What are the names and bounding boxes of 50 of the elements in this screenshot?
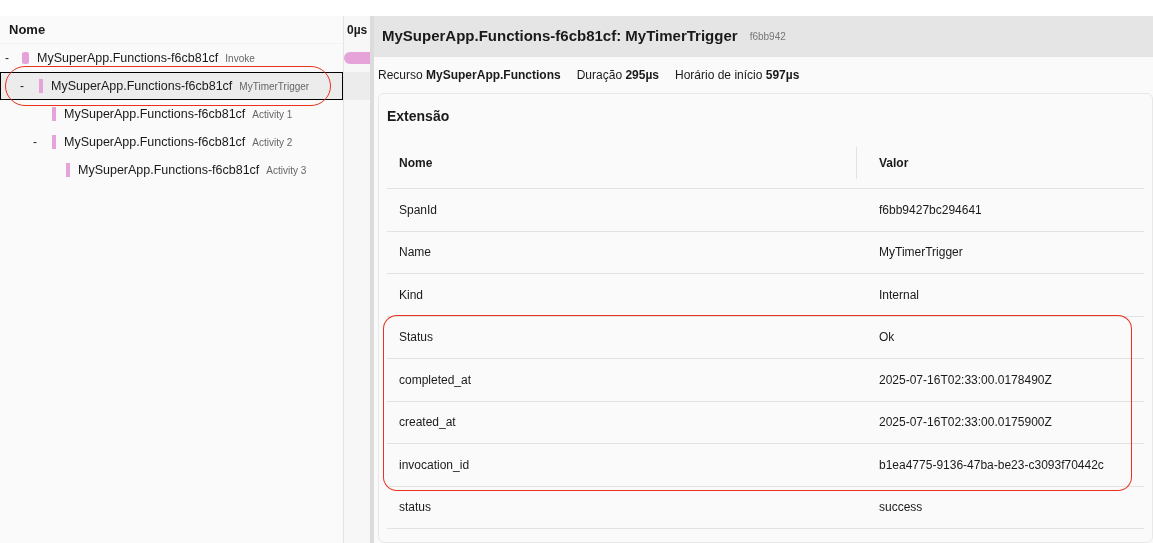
- info-field: Recurso MySuperApp.Functions: [378, 66, 561, 84]
- table-cell-text: b1ea4775-9136-47ba-be23-c3093f70442c: [878, 456, 1104, 474]
- table-cell-text: success: [878, 499, 923, 517]
- table-cell-text: Ok: [878, 329, 895, 347]
- timeline-bar: [344, 52, 370, 64]
- section-title: Extensão: [387, 106, 450, 126]
- table-cell-text: Status: [398, 329, 435, 347]
- span-bar-icon: [52, 107, 56, 121]
- tree-row[interactable]: MySuperApp.Functions-f6cb81cf Activity 1: [0, 100, 343, 128]
- span-bar-icon: [39, 79, 43, 93]
- column-header: Valor: [879, 156, 909, 170]
- info-field: Duração 295µs: [576, 66, 659, 84]
- table-cell-text: created_at: [398, 414, 457, 432]
- table-cell-text: completed_at: [398, 371, 473, 389]
- table-cell-text: Kind: [398, 286, 425, 304]
- span-tag: MyTimerTrigger: [239, 78, 310, 94]
- tree-row[interactable]: - MySuperApp.Functions-f6cb81cf Activity 2: [0, 128, 343, 156]
- span-name: MySuperApp.Functions-f6cb81cf: [64, 105, 246, 123]
- resource-icon: [22, 52, 29, 64]
- span-tag: Activity 1: [252, 106, 293, 122]
- column-header: Nome: [399, 155, 433, 172]
- table-cell-text: status: [398, 499, 432, 517]
- table-cell-text: f6bb9427bc294641: [878, 201, 982, 219]
- table-cell-text: 2025-07-16T02:33:00.0175900Z: [878, 414, 1052, 432]
- table-cell-text: SpanId: [398, 201, 439, 219]
- span-name: MySuperApp.Functions-f6cb81cf: [51, 77, 233, 95]
- span-bar-icon: [52, 135, 56, 149]
- table-cell-text: MyTimerTrigger: [878, 244, 963, 262]
- column-header: Nome: [9, 20, 46, 39]
- timeline-header: 0µs: [347, 22, 368, 39]
- detail-title: MySuperApp.Functions-f6cb81cf: MyTimerTrigger: [382, 26, 738, 47]
- table-cell-text: invocation_id: [398, 456, 471, 474]
- span-tag: Activity 2: [252, 134, 293, 150]
- collapse-toggle[interactable]: -: [5, 49, 19, 67]
- span-id: f6bb942: [749, 30, 786, 44]
- span-tag: Activity 3: [266, 162, 307, 178]
- tree-row[interactable]: MySuperApp.Functions-f6cb81cf Activity 3: [0, 156, 343, 184]
- span-tag: Invoke: [225, 50, 255, 66]
- collapse-toggle[interactable]: -: [33, 133, 47, 151]
- table-cell-text: 2025-07-16T02:33:00.0178490Z: [878, 371, 1052, 389]
- span-name: MySuperApp.Functions-f6cb81cf: [37, 49, 219, 67]
- span-bar-icon: [66, 163, 70, 177]
- info-field: Horário de início 597µs: [675, 66, 800, 84]
- span-name: MySuperApp.Functions-f6cb81cf: [64, 133, 246, 151]
- span-name: MySuperApp.Functions-f6cb81cf: [78, 161, 260, 179]
- table-cell-text: Name: [398, 244, 432, 262]
- collapse-toggle[interactable]: -: [20, 77, 34, 95]
- table-cell-text: Internal: [878, 286, 920, 304]
- tree-row[interactable]: - MySuperApp.Functions-f6cb81cf MyTimerTrigger: [0, 72, 343, 100]
- tree-row[interactable]: - MySuperApp.Functions-f6cb81cf Invoke: [0, 44, 343, 72]
